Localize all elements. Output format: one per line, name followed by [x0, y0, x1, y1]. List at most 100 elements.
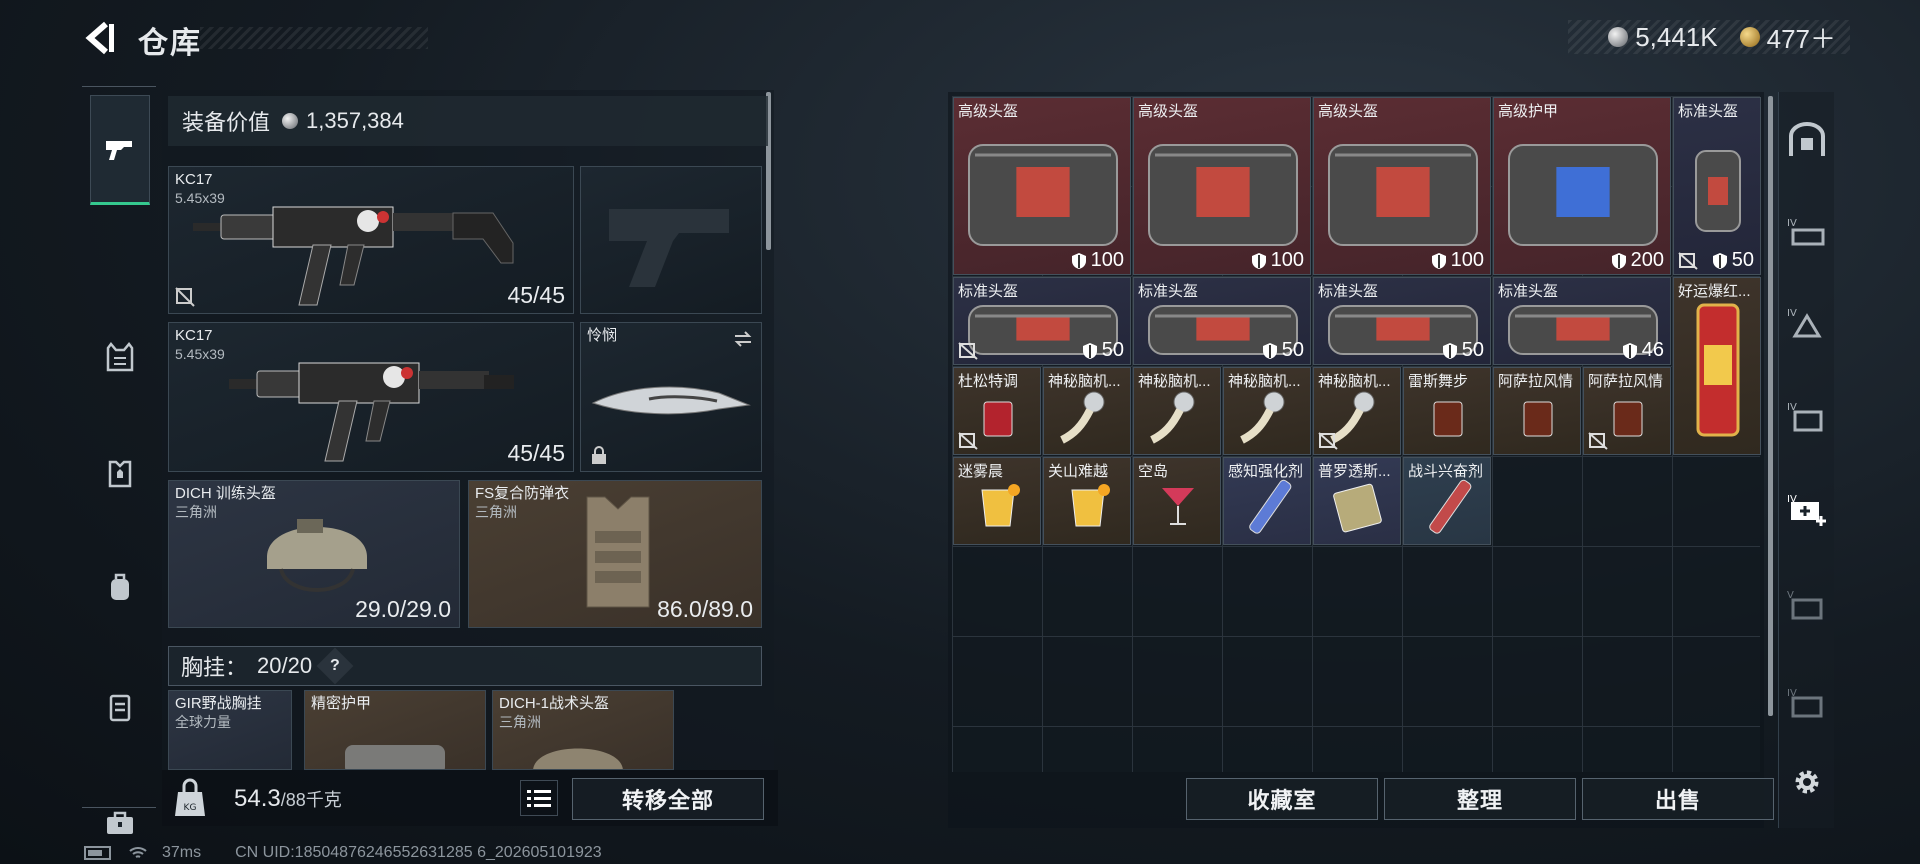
- item-name: 标准头盔: [958, 283, 1019, 300]
- title-decoration: [200, 27, 428, 49]
- stash-item[interactable]: 标准头盔 50: [1313, 277, 1491, 365]
- help-button[interactable]: ?: [316, 647, 354, 685]
- weight-display: 54.3/88千克: [234, 785, 342, 812]
- stash-item[interactable]: 标准头盔 50: [1673, 97, 1761, 275]
- item-durability: 50: [1082, 339, 1124, 362]
- list-view-button[interactable]: [520, 780, 558, 816]
- stash-item[interactable]: 高级头盔 100: [953, 97, 1131, 275]
- gold-currency[interactable]: 477＋: [1739, 19, 1836, 56]
- wifi-icon: [129, 847, 147, 858]
- tab-weapons[interactable]: [90, 95, 150, 205]
- category-sidebar: [82, 86, 156, 834]
- item-name: 高级头盔: [1318, 103, 1379, 120]
- knife-image: [591, 386, 751, 415]
- gold-coin-icon: [1739, 27, 1760, 47]
- status-bar: 37ms CN UID:18504876246552631285 6_20260…: [84, 844, 602, 862]
- stash-item[interactable]: 高级头盔 100: [1133, 97, 1311, 275]
- stash-item[interactable]: 神秘脑机...: [1133, 367, 1221, 455]
- settings-button[interactable]: [1783, 758, 1831, 806]
- stash-item[interactable]: 高级护甲 200: [1493, 97, 1671, 275]
- back-button[interactable]: [80, 18, 120, 58]
- page-title: 仓库: [138, 27, 202, 60]
- tab-chest-rig[interactable]: [90, 327, 150, 387]
- chest-rig-item[interactable]: 精密护甲: [304, 690, 486, 770]
- rail-armor-box[interactable]: IV: [1783, 298, 1831, 346]
- stash-item[interactable]: 空岛: [1133, 457, 1221, 545]
- stash-item[interactable]: 感知强化剂: [1223, 457, 1311, 545]
- sell-button[interactable]: 出售: [1582, 778, 1774, 820]
- item-name: 空岛: [1138, 463, 1169, 480]
- stash-item[interactable]: 关山难越: [1043, 457, 1131, 545]
- item-name: 战斗兴奋剂: [1408, 463, 1484, 480]
- shield-icon: [1442, 342, 1457, 359]
- shield-icon: [1251, 252, 1266, 269]
- stash-item[interactable]: 雷斯舞步: [1403, 367, 1491, 455]
- tab-container[interactable]: [90, 677, 150, 737]
- tab-backpack[interactable]: [90, 557, 150, 617]
- rail-ammo-box[interactable]: IV: [1783, 392, 1831, 440]
- item-name: 好运爆红...: [1678, 283, 1751, 300]
- rifle-image: [193, 206, 514, 306]
- stash-item[interactable]: 标准头盔 50: [1133, 277, 1311, 365]
- silver-currency: 5,441K: [1608, 22, 1718, 53]
- melee-slot[interactable]: 怜悯: [580, 322, 762, 472]
- locked-box-icon: V: [1787, 590, 1823, 620]
- svg-text:IV: IV: [1787, 218, 1797, 229]
- stash-item[interactable]: 神秘脑机...: [1043, 367, 1131, 455]
- lock-icon: [592, 446, 606, 464]
- helmet-slot[interactable]: DICH 训练头盔 三角洲 29.0/29.0: [168, 480, 460, 628]
- rail-safe[interactable]: [1783, 116, 1831, 164]
- stash-item[interactable]: 战斗兴奋剂: [1403, 457, 1491, 545]
- shield-icon: [1622, 342, 1637, 359]
- stash-item[interactable]: 杜松特调: [953, 367, 1041, 455]
- collection-room-button[interactable]: 收藏室: [1186, 778, 1378, 820]
- secondary-weapon-slot[interactable]: KC17 5.45x39 45/45: [168, 322, 574, 472]
- helmet-image: [533, 748, 623, 769]
- transfer-all-button[interactable]: 转移全部: [572, 778, 764, 820]
- stash-item[interactable]: 神秘脑机...: [1313, 367, 1401, 455]
- swap-icon[interactable]: [733, 329, 753, 349]
- stash-item[interactable]: 阿萨拉风情: [1583, 367, 1671, 455]
- uid-text: CN UID:18504876246552631285 6_2026051019…: [235, 844, 602, 861]
- back-arrow-icon: [85, 21, 114, 55]
- chest-rig-item[interactable]: DICH-1战术头盔 三角洲: [492, 690, 674, 770]
- shield-icon: [1611, 252, 1626, 269]
- svg-text:KG: KG: [184, 803, 197, 813]
- stash-item[interactable]: 高级头盔 100: [1313, 97, 1491, 275]
- weight-bag-icon: KG: [175, 778, 205, 816]
- currency-display[interactable]: 5,441K 477＋: [1568, 20, 1850, 54]
- stash-item[interactable]: 迷雾晨: [953, 457, 1041, 545]
- stash-item[interactable]: 普罗透斯...: [1313, 457, 1401, 545]
- stash-item[interactable]: 标准头盔 50: [953, 277, 1131, 365]
- shield-icon: [1071, 252, 1086, 269]
- item-name: 迷雾晨: [958, 463, 1004, 480]
- item-durability: 50: [1442, 339, 1484, 362]
- item-name: 标准头盔: [1678, 103, 1739, 120]
- sidearm-slot-empty[interactable]: [580, 166, 762, 314]
- primary-weapon-slot[interactable]: KC17 5.45x39 45/45: [168, 166, 574, 314]
- item-name: 神秘脑机...: [1318, 373, 1391, 390]
- case-icon: [109, 694, 131, 722]
- rail-box-v[interactable]: V: [1783, 580, 1831, 628]
- organize-button[interactable]: 整理: [1384, 778, 1576, 820]
- stash-item[interactable]: 好运爆红...: [1673, 277, 1761, 455]
- unlink-icon: [175, 287, 195, 307]
- unlink-icon: [1318, 432, 1338, 450]
- item-durability: 50: [1712, 249, 1754, 272]
- stash-scrollbar[interactable]: [1768, 96, 1773, 716]
- locked-box-icon: IV: [1787, 688, 1823, 718]
- safe-icon: [1789, 122, 1825, 156]
- body-armor-slot[interactable]: FS复合防弹衣 三角洲 86.0/89.0: [468, 480, 762, 628]
- item-name: 阿萨拉风情: [1588, 373, 1664, 390]
- rail-medical-box-add[interactable]: IV: [1783, 484, 1831, 532]
- item-durability: 100: [1431, 249, 1484, 272]
- item-name: 普罗透斯...: [1318, 463, 1391, 480]
- item-durability: 50: [1262, 339, 1304, 362]
- stash-item[interactable]: 阿萨拉风情: [1493, 367, 1581, 455]
- stash-item[interactable]: 标准头盔 46: [1493, 277, 1671, 365]
- tab-armor[interactable]: [90, 443, 150, 503]
- chest-rig-item[interactable]: GIR野战胸挂 全球力量: [168, 690, 292, 770]
- stash-item[interactable]: 神秘脑机...: [1223, 367, 1311, 455]
- rail-weapon-box[interactable]: IV: [1783, 208, 1831, 256]
- rail-box-iv-locked[interactable]: IV: [1783, 678, 1831, 726]
